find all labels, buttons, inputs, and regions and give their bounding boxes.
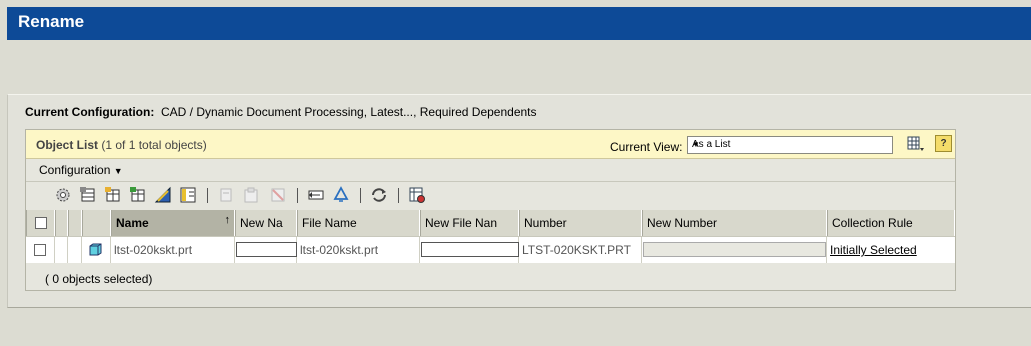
toolbar-separator bbox=[398, 188, 399, 203]
column-header-label: New File Nan bbox=[425, 216, 498, 230]
number-cell: LTST-020KSKT.PRT bbox=[519, 237, 642, 263]
blank-column-header bbox=[68, 210, 82, 236]
collection-rule-cell: Initially Selected bbox=[827, 237, 955, 263]
object-list-title: Object List (1 of 1 total objects) bbox=[36, 138, 207, 152]
toolbar-separator bbox=[360, 188, 361, 203]
new-number-input bbox=[643, 242, 826, 257]
column-header-label: File Name bbox=[302, 216, 357, 230]
column-header-label: Name bbox=[116, 216, 149, 230]
column-header-label: Number bbox=[524, 216, 567, 230]
select-all-checkbox[interactable] bbox=[35, 217, 47, 229]
new-name-input[interactable] bbox=[236, 242, 297, 257]
row-number: LTST-020KSKT.PRT bbox=[522, 243, 631, 257]
column-header-new-number[interactable]: New Number bbox=[642, 210, 827, 236]
selection-status: ( 0 objects selected) bbox=[45, 272, 153, 286]
blank-cell bbox=[68, 237, 82, 263]
part-icon bbox=[89, 243, 102, 256]
column-header-new-file-name[interactable]: New File Nan bbox=[420, 210, 519, 236]
row-checkbox[interactable] bbox=[34, 244, 46, 256]
type-cell bbox=[82, 237, 111, 263]
sort-ascending-icon: ↑ bbox=[224, 214, 231, 226]
current-view-select[interactable]: As a List ▼ bbox=[687, 136, 893, 154]
row-file-name: ltst-020kskt.prt bbox=[300, 243, 379, 257]
blank-cell bbox=[55, 237, 68, 263]
column-header-new-name[interactable]: New Na bbox=[235, 210, 297, 236]
column-header-label: New Na bbox=[240, 216, 283, 230]
column-header-number[interactable]: Number bbox=[519, 210, 642, 236]
name-cell: ltst-020kskt.prt bbox=[111, 237, 235, 263]
gear-icon[interactable] bbox=[54, 186, 72, 204]
row-name: ltst-020kskt.prt bbox=[114, 243, 193, 257]
column-header-label: Collection Rule bbox=[832, 216, 913, 230]
pencil-ruler-icon[interactable] bbox=[154, 186, 172, 204]
new-number-cell bbox=[642, 237, 827, 263]
configuration-menu-label: Configuration bbox=[39, 163, 111, 177]
help-button[interactable]: ? bbox=[935, 135, 952, 152]
collection-rule-link[interactable]: Initially Selected bbox=[830, 243, 917, 257]
add-table-icon[interactable] bbox=[104, 186, 122, 204]
delete-disabled-icon[interactable] bbox=[269, 186, 287, 204]
insert-row-icon[interactable] bbox=[79, 186, 97, 204]
new-file-name-cell bbox=[420, 237, 519, 263]
configuration-menu[interactable]: Configuration ▼ bbox=[39, 163, 123, 177]
paste-disabled-icon[interactable] bbox=[242, 186, 260, 204]
dropdown-arrow-icon: ▼ bbox=[692, 140, 700, 149]
window-title: Rename bbox=[18, 12, 85, 31]
rename-icon[interactable] bbox=[307, 186, 325, 204]
blank-column-header bbox=[55, 210, 68, 236]
new-file-name-input[interactable] bbox=[421, 242, 519, 257]
columns-icon[interactable] bbox=[179, 186, 197, 204]
rename-panel: Current Configuration: CAD / Dynamic Doc… bbox=[7, 94, 1031, 308]
object-list: Object List (1 of 1 total objects) Curre… bbox=[25, 129, 956, 291]
table-row: ltst-020kskt.prt ltst-020kskt.prt LTST-0… bbox=[26, 236, 955, 263]
table-view-menu-icon[interactable] bbox=[907, 135, 925, 153]
toolbar-separator bbox=[297, 188, 298, 203]
type-column-header bbox=[82, 210, 111, 236]
file-name-cell: ltst-020kskt.prt bbox=[297, 237, 420, 263]
column-header-name[interactable]: Name ↑ bbox=[111, 210, 235, 236]
copy-disabled-icon[interactable] bbox=[217, 186, 235, 204]
object-count: (1 of 1 total objects) bbox=[101, 138, 207, 152]
add-table-green-icon[interactable] bbox=[129, 186, 147, 204]
recycle-icon[interactable] bbox=[332, 186, 350, 204]
object-list-header: Object List (1 of 1 total objects) Curre… bbox=[26, 130, 955, 159]
new-name-cell bbox=[235, 237, 297, 263]
config-label: Current Configuration: bbox=[25, 105, 155, 119]
object-table: Name ↑ New Na File Name New File Nan Num… bbox=[26, 210, 955, 264]
refresh-icon[interactable] bbox=[370, 186, 388, 204]
object-list-label: Object List bbox=[36, 138, 99, 152]
toolbar-separator bbox=[207, 188, 208, 203]
current-view-label: Current View: bbox=[610, 140, 683, 154]
current-configuration: Current Configuration: CAD / Dynamic Doc… bbox=[25, 105, 537, 119]
column-header-label: New Number bbox=[647, 216, 718, 230]
toolbar bbox=[26, 181, 955, 208]
select-all-header bbox=[26, 210, 55, 236]
config-value: CAD / Dynamic Document Processing, Lates… bbox=[161, 105, 537, 119]
row-select-cell bbox=[26, 237, 55, 263]
caret-down-icon: ▼ bbox=[113, 166, 123, 176]
table-settings-icon[interactable] bbox=[408, 186, 426, 204]
title-bar: Rename bbox=[7, 7, 1031, 40]
column-header-collection-rule[interactable]: Collection Rule bbox=[827, 210, 955, 236]
column-header-file-name[interactable]: File Name bbox=[297, 210, 420, 236]
